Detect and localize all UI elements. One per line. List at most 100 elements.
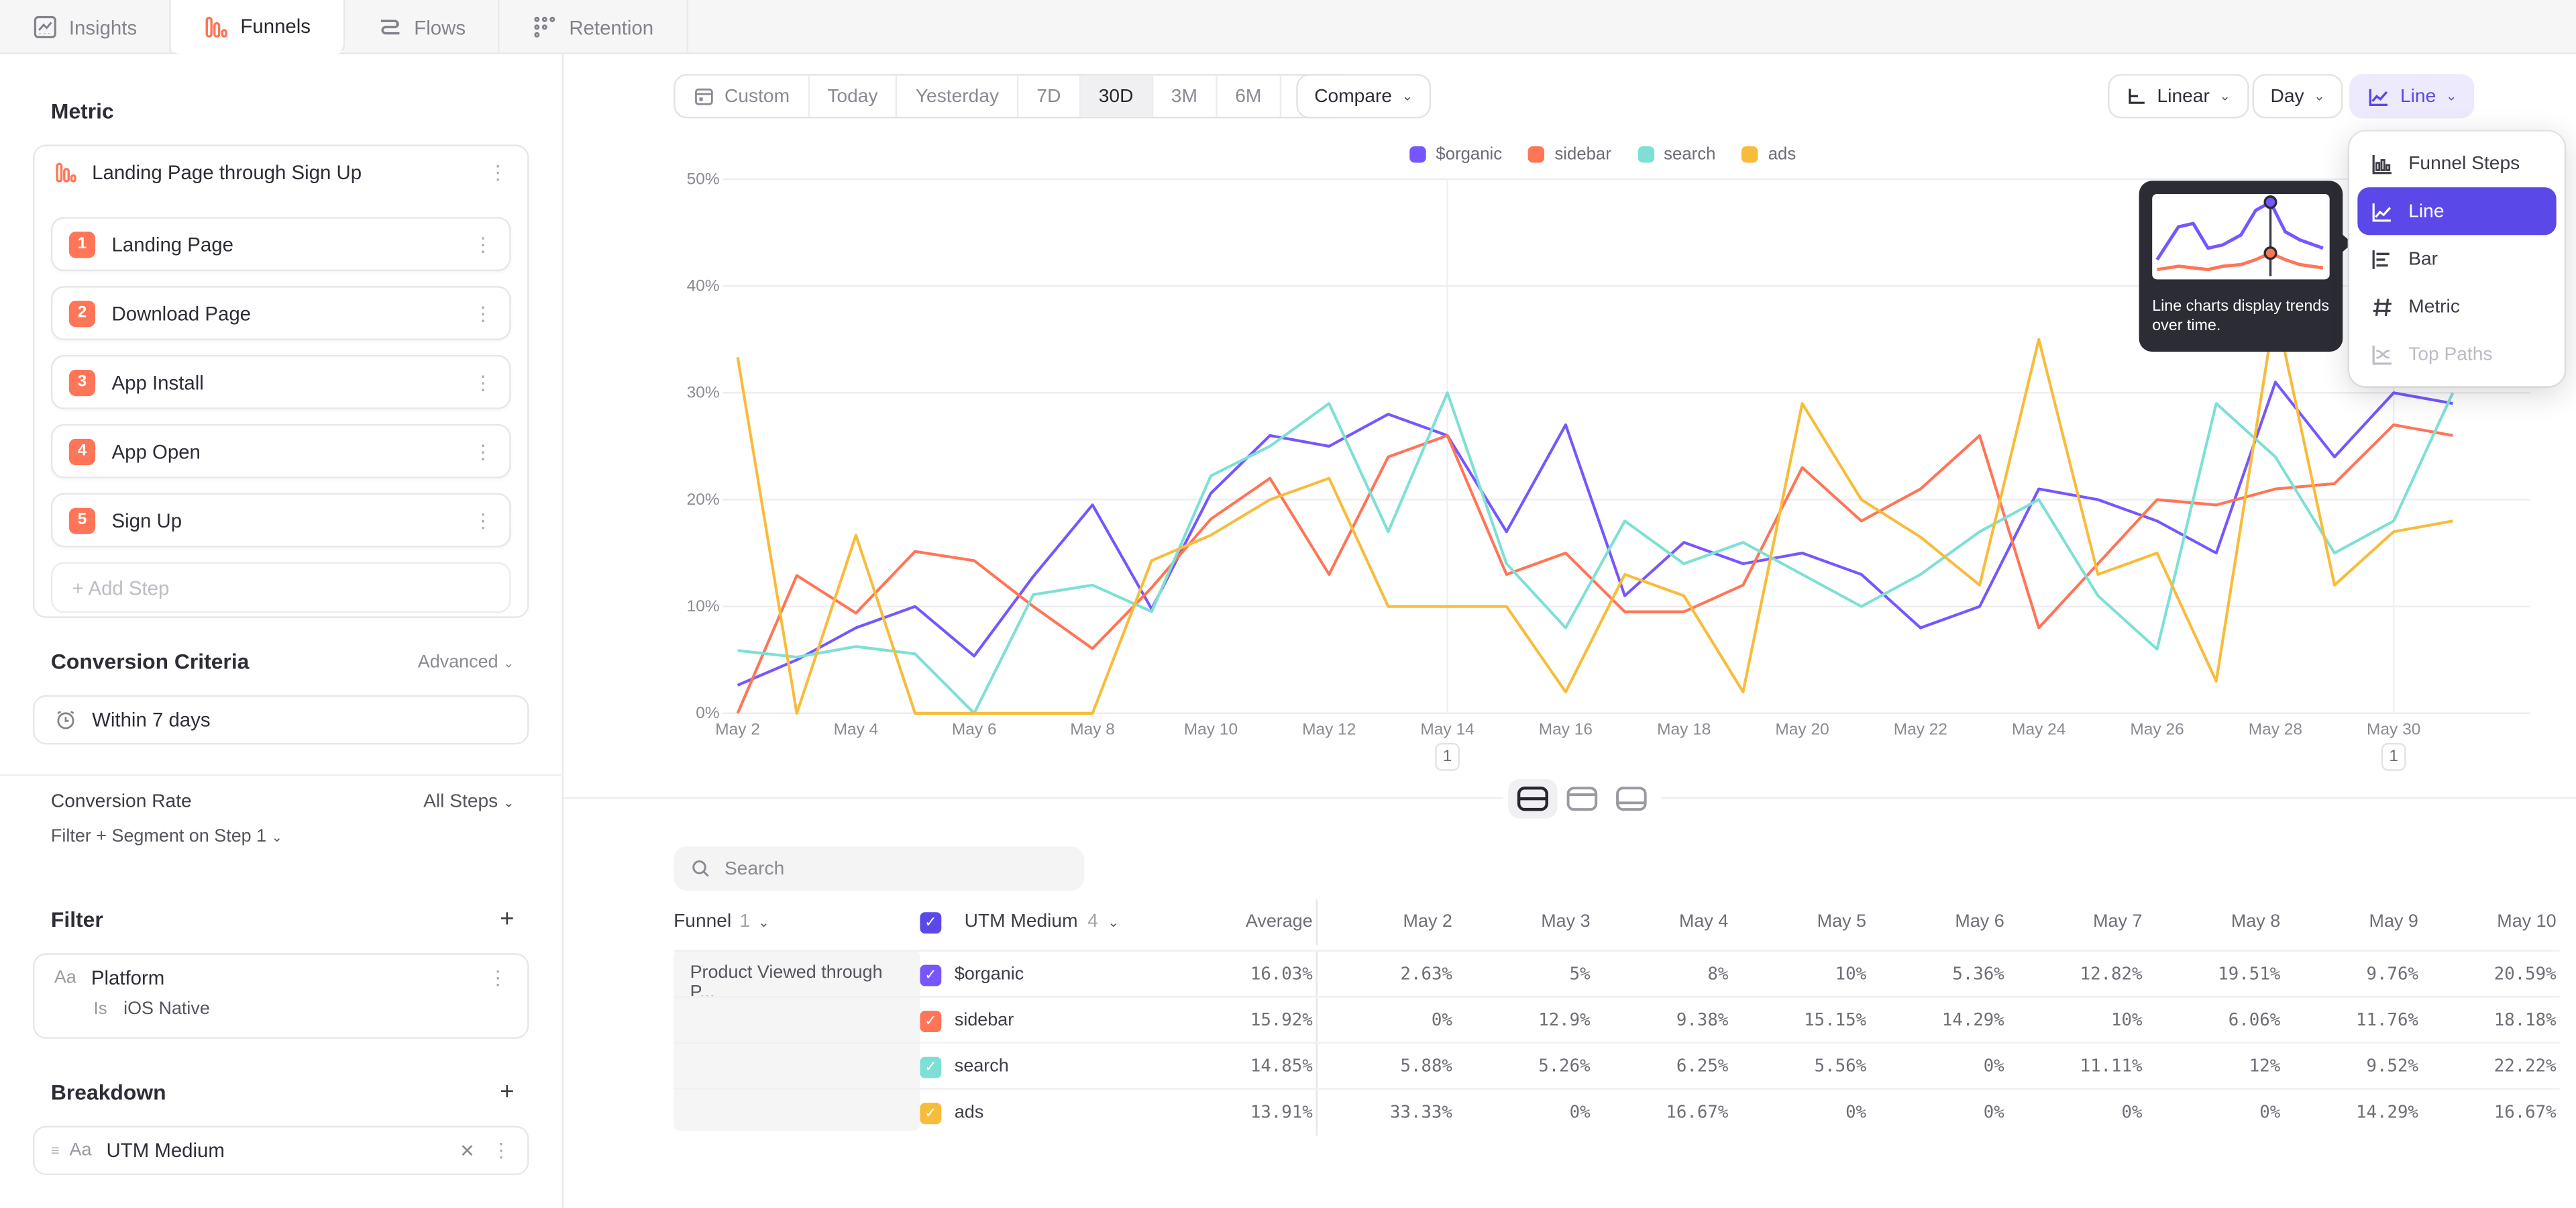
- step-kebab-icon[interactable]: ⋮: [473, 442, 492, 461]
- scale-button[interactable]: Linear⌄: [2108, 74, 2249, 118]
- conversion-window-card[interactable]: Within 7 days: [33, 695, 529, 744]
- table-cell: 20.59%: [2422, 965, 2560, 985]
- menu-item-metric[interactable]: Metric: [2357, 283, 2556, 330]
- x-tick-label: May 26: [2130, 721, 2184, 740]
- step-kebab-icon[interactable]: ⋮: [473, 234, 492, 254]
- range-7d[interactable]: 7D: [1018, 76, 1080, 117]
- layout-top-icon[interactable]: [1558, 779, 1607, 819]
- funnel-kebab-icon[interactable]: ⋮: [488, 162, 507, 182]
- line-chart-icon: [2367, 85, 2390, 107]
- column-header[interactable]: May 5: [1731, 912, 1870, 932]
- add-breakdown-icon[interactable]: +: [500, 1078, 514, 1107]
- interval-button[interactable]: Day⌄: [2253, 74, 2343, 118]
- chevron-down-icon: ⌄: [758, 915, 769, 929]
- table-cell: 5.36%: [1870, 965, 2008, 985]
- drag-handle-icon[interactable]: ≡: [51, 1142, 60, 1158]
- advanced-dropdown[interactable]: Advanced ⌄: [418, 652, 515, 671]
- range-30d[interactable]: 30D: [1081, 76, 1153, 117]
- funnel-step-item[interactable]: 2Download Page⋮: [51, 286, 511, 340]
- funnel-step-item[interactable]: 5Sign Up⋮: [51, 493, 511, 548]
- column-header[interactable]: May 6: [1870, 912, 2008, 932]
- step-label: Landing Page: [112, 233, 474, 256]
- breakdown-checkbox[interactable]: ✓: [920, 911, 941, 933]
- series-checkbox[interactable]: ✓: [920, 1102, 941, 1123]
- range-today[interactable]: Today: [809, 76, 897, 117]
- chart-type-button[interactable]: Line⌄: [2349, 74, 2475, 118]
- table-cell: 18.18%: [2422, 1011, 2560, 1030]
- add-filter-icon[interactable]: +: [500, 905, 514, 934]
- step-kebab-icon[interactable]: ⋮: [473, 372, 492, 392]
- range-yesterday[interactable]: Yesterday: [898, 76, 1019, 117]
- step-label: Download Page: [112, 301, 474, 324]
- table-cell: 0%: [1870, 1057, 2008, 1076]
- annotation-badge[interactable]: 1: [1435, 743, 1460, 771]
- tab-flows[interactable]: Flows: [345, 0, 500, 54]
- filter-card[interactable]: Aa Platform ⋮ Is iOS Native: [33, 953, 529, 1038]
- column-header[interactable]: May 2: [1318, 912, 1456, 932]
- table-cell: 19.51%: [2145, 965, 2284, 985]
- table-cell: 16.03%: [1175, 952, 1318, 998]
- add-step-button[interactable]: + Add Step: [51, 562, 511, 613]
- column-header[interactable]: May 10: [2422, 912, 2560, 932]
- funnel-step-item[interactable]: 1 Landing Page⋮: [51, 217, 511, 271]
- step-number-badge: 1: [69, 231, 95, 257]
- layout-bottom-icon[interactable]: [1607, 779, 1656, 819]
- series-checkbox[interactable]: ✓: [920, 1010, 941, 1031]
- legend-item[interactable]: ads: [1742, 145, 1796, 164]
- table-cell: 0%: [1456, 1103, 1594, 1122]
- table-cell: 0%: [1318, 1011, 1456, 1030]
- tab-insights[interactable]: Insights: [0, 0, 172, 54]
- layout-split-icon[interactable]: [1508, 779, 1557, 819]
- breakdown-column-header[interactable]: UTM Medium: [965, 912, 1078, 932]
- remove-breakdown-icon[interactable]: ✕: [460, 1140, 475, 1161]
- compare-button[interactable]: Compare⌄: [1296, 74, 1431, 118]
- tab-funnels[interactable]: Funnels: [172, 0, 345, 54]
- clock-icon: [54, 709, 77, 732]
- column-header[interactable]: May 7: [2008, 912, 2146, 932]
- column-header[interactable]: May 4: [1594, 912, 1732, 932]
- range-6m[interactable]: 6M: [1217, 76, 1281, 117]
- legend-label: $organic: [1436, 145, 1502, 164]
- filter-segment-dropdown[interactable]: Filter + Segment on Step 1 ⌄: [51, 827, 282, 846]
- legend-swatch: [1528, 146, 1544, 162]
- column-header[interactable]: Average: [1175, 899, 1318, 946]
- tooltip-text: Line charts display trends over time.: [2152, 297, 2329, 338]
- menu-item-funnel-steps[interactable]: Funnel Steps: [2357, 140, 2556, 187]
- series-checkbox[interactable]: ✓: [920, 964, 941, 985]
- legend-item[interactable]: search: [1638, 145, 1715, 164]
- step-kebab-icon[interactable]: ⋮: [473, 303, 492, 323]
- table-cell: 5.26%: [1456, 1057, 1594, 1076]
- funnel-column-header[interactable]: Funnel: [674, 912, 731, 932]
- funnel-step-item[interactable]: 3App Install⋮: [51, 355, 511, 409]
- table-search-input[interactable]: Search: [674, 846, 1084, 891]
- table-cell: 5.56%: [1731, 1057, 1870, 1076]
- breakdown-card[interactable]: ≡ Aa UTM Medium ✕ ⋮: [33, 1126, 529, 1175]
- chart-type-menu: Funnel StepsLineBarMetricTop Paths: [2349, 132, 2565, 387]
- legend-item[interactable]: $organic: [1409, 145, 1502, 164]
- step-kebab-icon[interactable]: ⋮: [473, 510, 492, 530]
- breakdown-kebab-icon[interactable]: ⋮: [491, 1141, 511, 1160]
- table-row: ✓$organic16.03%2.63%5%8%10%5.36%12.82%19…: [674, 950, 2559, 997]
- series-checkbox[interactable]: ✓: [920, 1056, 941, 1077]
- column-header[interactable]: May 8: [2145, 912, 2284, 932]
- funnel-step-item[interactable]: 4App Open⋮: [51, 424, 511, 479]
- column-header[interactable]: May 3: [1456, 912, 1594, 932]
- funnel-title: Landing Page through Sign Up: [92, 161, 488, 184]
- menu-item-line[interactable]: Line: [2357, 187, 2556, 235]
- tab-label: Insights: [69, 15, 137, 38]
- tab-retention[interactable]: Retention: [500, 0, 688, 54]
- filter-operator[interactable]: Is: [94, 999, 107, 1019]
- legend-item[interactable]: sidebar: [1528, 145, 1611, 164]
- all-steps-dropdown[interactable]: All Steps ⌄: [423, 792, 514, 811]
- table-row: ✓ads13.91%33.33%0%16.67%0%0%0%0%14.29%16…: [674, 1088, 2559, 1134]
- annotation-badge[interactable]: 1: [2381, 743, 2406, 771]
- filter-kebab-icon[interactable]: ⋮: [488, 968, 507, 987]
- step-number-badge: 4: [69, 438, 95, 464]
- range-3m[interactable]: 3M: [1153, 76, 1217, 117]
- menu-item-bar[interactable]: Bar: [2357, 235, 2556, 283]
- property-type-icon: Aa: [54, 968, 76, 987]
- filter-value[interactable]: iOS Native: [123, 999, 210, 1019]
- column-header[interactable]: May 9: [2284, 912, 2422, 932]
- bar-chart-icon: [2371, 248, 2394, 270]
- range-custom[interactable]: Custom: [676, 76, 810, 117]
